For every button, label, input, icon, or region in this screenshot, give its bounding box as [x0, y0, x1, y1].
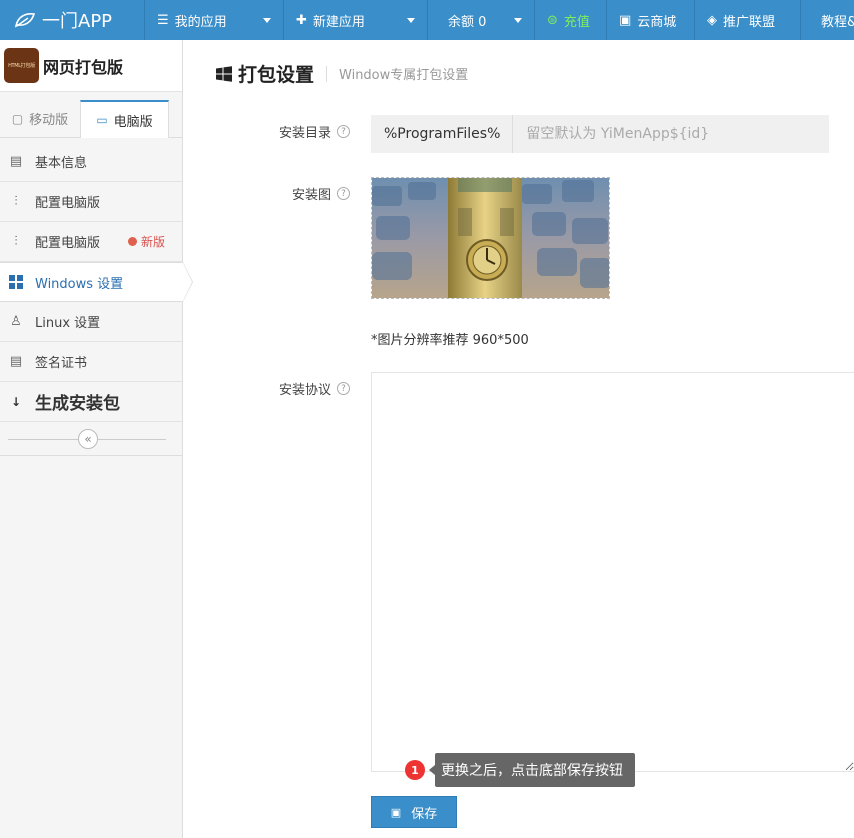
platform-tabs: ▢ 移动版 ▭ 电脑版 [0, 92, 182, 138]
menu-icon: ☰ [157, 12, 169, 28]
save-button-label: 保存 [411, 806, 438, 822]
install-image-hint: *图片分辨率推荐 960*500 [371, 333, 529, 348]
nav-balance-label: 余额 0 [448, 14, 487, 30]
install-image-label: 安装图 ? [292, 184, 350, 203]
sidebar-item-label: 生成安装包 [35, 394, 120, 414]
logo-text: 一门APP [42, 11, 113, 32]
coin-icon: ⊜ [547, 12, 558, 28]
sidebar-item-label: Windows 设置 [35, 276, 124, 292]
nav-balance[interactable]: 余额 0 [428, 0, 535, 40]
nav-cloud-store-label: 云商城 [637, 14, 677, 30]
sidebar: HTML打包版 网页打包版 ▢ 移动版 ▭ 电脑版 ▤ 基本信息 ⫶ 配置电脑版… [0, 40, 193, 838]
leaf-icon [14, 13, 36, 28]
nav-recharge[interactable]: ⊜ 充值 [535, 0, 607, 40]
app-icon: HTML打包版 [4, 48, 39, 83]
app-logo[interactable]: 一门APP [0, 0, 145, 40]
tab-desktop-label: 电脑版 [113, 114, 153, 130]
sliders-icon: ⫶ [14, 194, 18, 209]
document-icon: ▤ [9, 154, 23, 169]
chevron-down-icon [514, 17, 522, 23]
sidebar-item-label: 配置电脑版 [35, 236, 101, 251]
app-header: HTML打包版 网页打包版 [0, 40, 182, 92]
save-button[interactable]: ▣ 保存 [371, 796, 457, 828]
page-title: 打包设置 [238, 64, 315, 86]
install-dir-input[interactable] [513, 126, 814, 142]
tab-desktop[interactable]: ▭ 电脑版 [80, 100, 169, 138]
sidebar-item-label: 签名证书 [35, 356, 88, 371]
sidebar-item-cert[interactable]: ▤ 签名证书 [0, 342, 182, 382]
sidebar-item-label: Linux 设置 [35, 316, 101, 331]
top-nav-bar: 一门APP ☰ 我的应用 ✚ 新建应用 余额 0 ⊜ 充值 ▣ 云商城 ◈ 推广… [0, 0, 854, 40]
help-icon[interactable]: ? [337, 125, 350, 138]
sidebar-item-build[interactable]: ↓ 生成安装包 [0, 382, 182, 422]
nav-cloud-store[interactable]: ▣ 云商城 [607, 0, 695, 40]
nav-affiliate-label: 推广联盟 [723, 14, 776, 30]
app-title: 网页打包版 [43, 57, 124, 77]
sidebar-menu: ▤ 基本信息 ⫶ 配置电脑版 ⫶ 配置电脑版 新版 Windows 设置 ♙ L… [0, 142, 193, 456]
sidebar-item-basic-info[interactable]: ▤ 基本信息 [0, 142, 182, 182]
floppy-icon: ▣ [390, 805, 402, 819]
app-icon-text: HTML打包版 [8, 63, 35, 69]
nav-my-apps-label: 我的应用 [174, 14, 227, 30]
agreement-label: 安装协议 ? [279, 379, 350, 398]
monitor-icon: ▭ [96, 113, 108, 127]
sidebar-item-config-pc-new[interactable]: ⫶ 配置电脑版 新版 [0, 222, 182, 262]
certificate-icon: ▤ [9, 354, 23, 369]
mobile-icon: ▢ [11, 111, 24, 126]
nav-new-app[interactable]: ✚ 新建应用 [284, 0, 428, 40]
sidebar-item-windows[interactable]: Windows 设置 [0, 262, 193, 302]
new-badge-label: 新版 [141, 235, 166, 249]
agreement-label-text: 安装协议 [278, 383, 331, 398]
page-subtitle: Window专属打包设置 [339, 68, 469, 83]
install-image-label-text: 安装图 [291, 188, 331, 203]
help-icon[interactable]: ? [337, 382, 350, 395]
dot-icon [128, 237, 137, 246]
sidebar-collapse: « [0, 422, 182, 456]
install-dir-prefix: %ProgramFiles% [371, 115, 514, 153]
sidebar-item-label: 配置电脑版 [35, 196, 101, 211]
help-icon[interactable]: ? [337, 187, 350, 200]
plus-icon: ✚ [296, 12, 307, 28]
store-icon: ▣ [619, 12, 632, 28]
main-content: 打包设置 Window专属打包设置 安装目录 ? %ProgramFiles% … [183, 40, 854, 838]
nav-affiliate[interactable]: ◈ 推广联盟 [695, 0, 801, 40]
diamond-icon: ◈ [707, 12, 717, 28]
windows-icon [216, 65, 232, 82]
step-badge: 1 [405, 760, 425, 780]
tab-mobile-label: 移动版 [29, 113, 69, 128]
new-badge: 新版 [128, 233, 165, 250]
nav-recharge-label: 充值 [563, 14, 590, 30]
collapse-button[interactable]: « [78, 429, 98, 449]
chevron-down-icon [263, 17, 271, 23]
windows-icon [7, 275, 25, 289]
chevron-down-icon [407, 17, 415, 23]
agreement-textarea[interactable] [371, 372, 854, 772]
install-dir-label-text: 安装目录 [278, 126, 331, 141]
linux-icon: ♙ [10, 314, 22, 329]
sidebar-item-config-pc[interactable]: ⫶ 配置电脑版 [0, 182, 182, 222]
sidebar-item-label: 基本信息 [35, 156, 88, 171]
sort-binary-icon: ↓ [10, 394, 22, 409]
clock-tower-image [372, 178, 609, 298]
divider [326, 65, 328, 82]
install-dir-label: 安装目录 ? [279, 122, 350, 141]
nav-my-apps[interactable]: ☰ 我的应用 [145, 0, 284, 40]
tab-mobile[interactable]: ▢ 移动版 [0, 100, 80, 137]
sliders-icon: ⫶ [14, 234, 18, 249]
hint-tooltip: 更换之后，点击底部保存按钮 [429, 753, 635, 787]
double-chevron-left-icon: « [84, 432, 92, 446]
install-dir-group: %ProgramFiles% [371, 115, 829, 153]
sidebar-item-linux[interactable]: ♙ Linux 设置 [0, 302, 182, 342]
nav-tutorial-label: 教程& [821, 14, 854, 30]
nav-new-app-label: 新建应用 [312, 14, 365, 30]
nav-tutorial[interactable]: 教程& [801, 0, 854, 40]
page-header: 打包设置 Window专属打包设置 [216, 60, 468, 87]
install-image-upload[interactable] [371, 177, 610, 299]
